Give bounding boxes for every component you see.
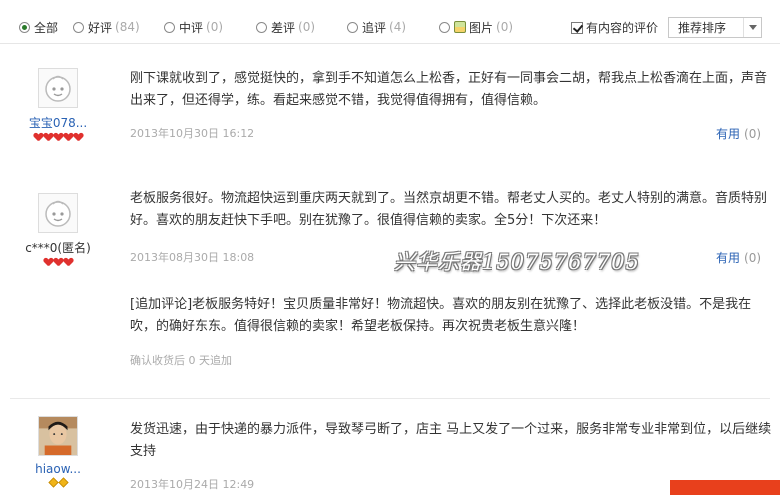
review-item: c***0(匿名) 老板服务很好。物流超快运到重庆两天就到了。当然京胡更不错。帮…	[0, 179, 780, 389]
has-content-checkbox[interactable]	[571, 21, 583, 34]
reviewer-info: hiaow...	[8, 416, 108, 488]
review-text: 刚下课就收到了，感觉挺快的，拿到手不知道怎么上松香，正好有一同事会二胡，帮我点上…	[130, 71, 768, 108]
has-content-label: 有内容的评价	[586, 21, 659, 35]
sort-select[interactable]: 推荐排序	[668, 17, 762, 38]
username: c***0(匿名)	[25, 241, 91, 255]
diamond-icon	[57, 477, 69, 488]
review-date: 2013年10月30日 16:12	[130, 127, 255, 140]
useful-count: (0)	[744, 127, 762, 141]
filter-medium-label: 中评	[179, 20, 204, 35]
buyer-credit-badges	[8, 477, 108, 488]
filter-bad[interactable]: 差评 (0)	[256, 18, 315, 36]
username[interactable]: 宝宝078...	[8, 114, 108, 131]
filter-append[interactable]: 追评 (4)	[347, 18, 406, 36]
user-photo-avatar-icon	[39, 417, 77, 455]
append-review-meta: 确认收货后 0 天追加	[130, 354, 232, 367]
heart-icon	[34, 133, 43, 141]
filter-all-label: 全部	[34, 20, 59, 35]
avatar[interactable]	[38, 68, 78, 108]
heart-icon	[54, 133, 63, 141]
heart-icon	[54, 258, 63, 266]
review-filter-bar: 全部 好评 (84) 中评 (0) 差评 (0) 追评 (4) 图片 (0) 有…	[0, 0, 780, 44]
useful-button[interactable]: 有用 (0)	[716, 125, 761, 142]
avatar[interactable]	[38, 193, 78, 233]
sort-select-value: 推荐排序	[678, 21, 727, 35]
username[interactable]: hiaow...	[8, 462, 108, 476]
useful-button[interactable]: 有用 (0)	[716, 249, 761, 266]
has-content-filter[interactable]: 有内容的评价	[571, 19, 658, 36]
useful-count: (0)	[744, 251, 762, 265]
filter-pictures-count: (0)	[496, 20, 514, 34]
review-date: 2013年08月30日 18:08	[130, 251, 255, 264]
picture-icon	[454, 21, 466, 33]
filter-all-radio[interactable]	[19, 21, 30, 33]
filter-bad-label: 差评	[271, 20, 296, 35]
default-avatar-icon	[45, 75, 71, 102]
filter-pictures-label: 图片	[469, 20, 494, 35]
diamond-icon	[47, 477, 59, 488]
default-avatar-icon	[45, 200, 71, 227]
filter-medium-count: (0)	[206, 20, 224, 34]
filter-bad-count: (0)	[298, 20, 316, 34]
filter-good-count: (84)	[115, 20, 140, 34]
append-review-text: [追加评论]老板服务特好！宝贝质量非常好！物流超快。喜欢的朋友别在犹豫了、选择此…	[130, 297, 752, 334]
filter-bad-radio[interactable]	[256, 21, 267, 33]
useful-label: 有用	[716, 127, 741, 141]
reviewer-info: c***0(匿名)	[8, 193, 108, 266]
review-text: 老板服务很好。物流超快运到重庆两天就到了。当然京胡更不错。帮老丈人买的。老丈人特…	[130, 191, 768, 228]
heart-icon	[64, 133, 73, 141]
heart-icon	[64, 258, 73, 266]
review-date: 2013年10月24日 12:49	[130, 478, 255, 491]
accent-bar	[670, 480, 780, 495]
review-text: 发货迅速，由于快递的暴力派件，导致琴弓断了，店主 马上又发了一个过来，服务非常专…	[130, 422, 772, 459]
filter-good-radio[interactable]	[73, 21, 84, 33]
review-item: 宝宝078... 刚下课就收到了，感觉挺快的，拿到手不知道怎么上松香，正好有一同…	[0, 44, 780, 179]
filter-good-label: 好评	[88, 20, 113, 35]
filter-medium[interactable]: 中评 (0)	[164, 18, 223, 36]
heart-icon	[44, 258, 53, 266]
useful-label: 有用	[716, 251, 741, 265]
chevron-down-icon[interactable]	[743, 18, 761, 37]
review-item: hiaow... 发货迅速，由于快递的暴力派件，导致琴弓断了，店主 马上又发了一…	[0, 399, 780, 495]
filter-append-radio[interactable]	[347, 21, 358, 33]
avatar[interactable]	[38, 416, 78, 456]
buyer-credit-badges	[8, 258, 108, 266]
filter-pictures-radio[interactable]	[439, 21, 450, 33]
filter-all[interactable]: 全部	[19, 18, 58, 36]
reviewer-info: 宝宝078...	[8, 68, 108, 141]
filter-good[interactable]: 好评 (84)	[73, 18, 140, 36]
filter-append-count: (4)	[389, 20, 407, 34]
buyer-credit-badges	[8, 133, 108, 141]
filter-append-label: 追评	[362, 20, 387, 35]
heart-icon	[44, 133, 53, 141]
heart-icon	[74, 133, 83, 141]
filter-medium-radio[interactable]	[164, 21, 175, 33]
shop-watermark: 兴华乐器15075767705	[394, 250, 640, 274]
filter-pictures[interactable]: 图片 (0)	[439, 18, 513, 36]
